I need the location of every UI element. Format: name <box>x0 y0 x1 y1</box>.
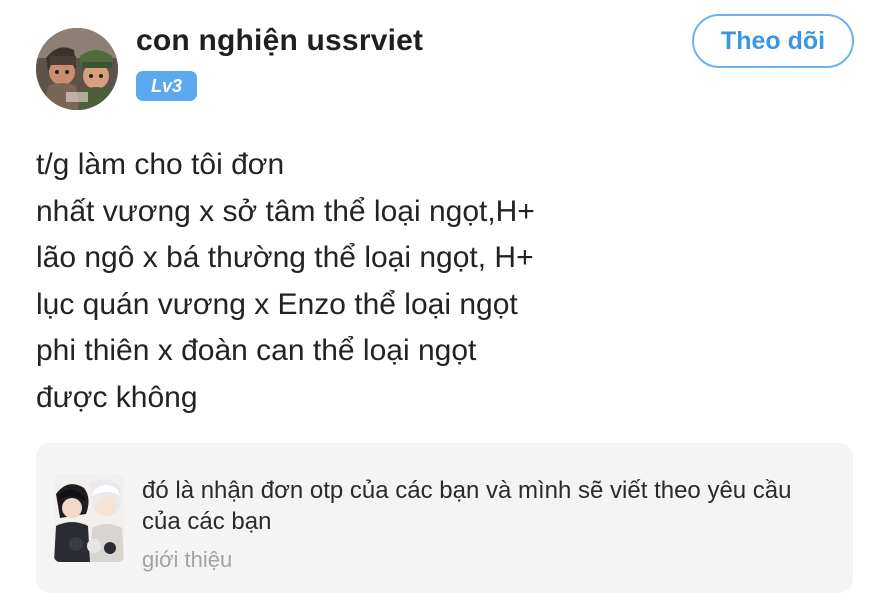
username[interactable]: con nghiện ussrviet <box>136 24 423 58</box>
story-cover-image <box>54 474 124 562</box>
post-content: t/g làm cho tôi đơn nhất vương x sở tâm … <box>36 142 856 421</box>
content-line: t/g làm cho tôi đơn <box>36 148 285 181</box>
quoted-story-description: đó là nhận đơn otp của các bạn và mình s… <box>142 477 792 535</box>
quoted-story-category: giới thiệu <box>142 547 233 572</box>
post-card: con nghiện ussrviet Lv3 Theo dõi t/g làm… <box>0 0 889 600</box>
cover-art <box>54 474 124 562</box>
quoted-story-card[interactable]: đó là nhận đơn otp của các bạn và mình s… <box>36 443 853 593</box>
content-line: lục quán vương x Enzo thể loại ngọt <box>36 287 518 321</box>
content-line: được không <box>36 380 198 414</box>
user-avatar[interactable] <box>36 28 118 110</box>
avatar-image <box>36 28 118 110</box>
follow-button[interactable]: Theo dõi <box>692 14 854 68</box>
content-line: lão ngô x bá thường thể loại ngọt, H+ <box>36 241 534 274</box>
content-line: nhất vương x sở tâm thể loại ngọt,H+ <box>36 194 535 228</box>
level-badge: Lv3 <box>136 71 197 101</box>
content-line: phi thiên x đoàn can thể loại ngọt <box>36 334 477 367</box>
